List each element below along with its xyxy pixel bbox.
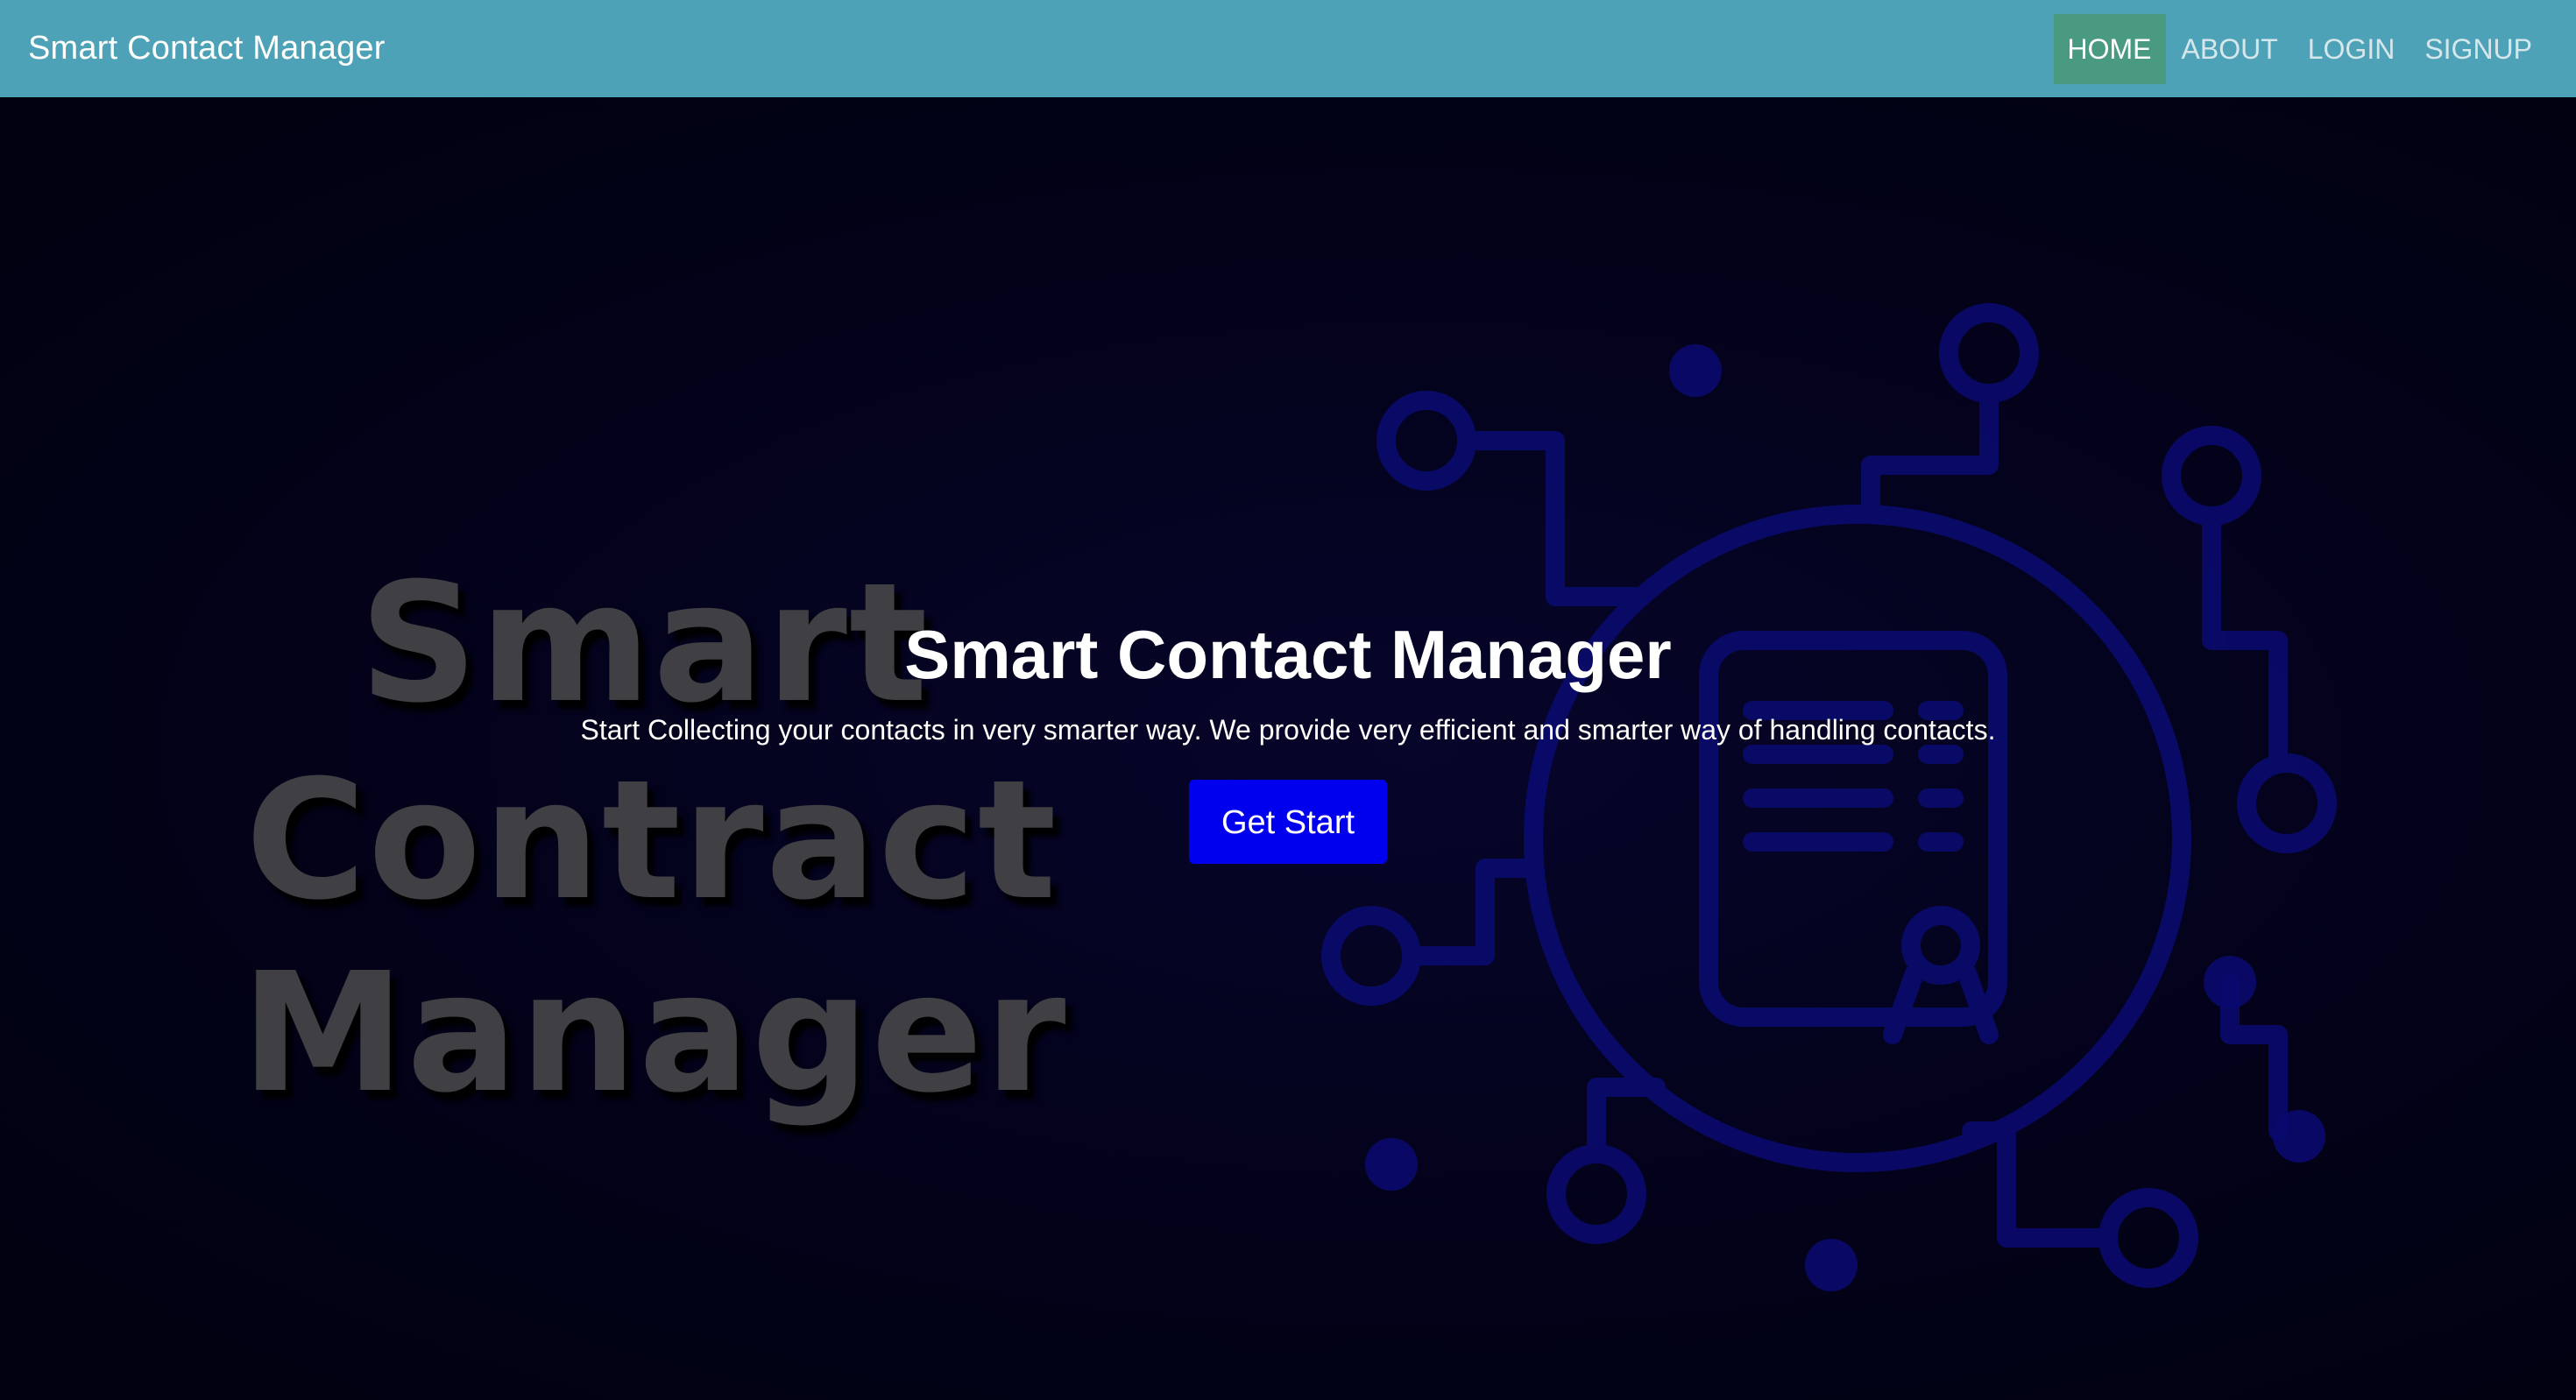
nav-about[interactable]: ABOUT xyxy=(2168,14,2292,84)
nav-home[interactable]: HOME xyxy=(2053,13,2166,84)
watermark-line-3: Manager xyxy=(241,937,1068,1129)
get-start-button[interactable]: Get Start xyxy=(1189,780,1387,865)
hero-subtitle: Start Collecting your contacts in very s… xyxy=(580,713,1996,746)
brand-link[interactable]: Smart Contact Manager xyxy=(28,30,386,67)
top-navbar: Smart Contact Manager HOME ABOUT LOGIN S… xyxy=(0,0,2576,97)
nav-links: HOME ABOUT LOGIN SIGNUP xyxy=(2052,13,2547,84)
nav-login[interactable]: LOGIN xyxy=(2294,14,2410,84)
hero-title: Smart Contact Manager xyxy=(904,616,1672,693)
hero-content: Smart Contact Manager Start Collecting y… xyxy=(0,614,2576,865)
hero-banner: Smart Contract Manager Smart Contact Man… xyxy=(0,97,2576,1400)
nav-signup[interactable]: SIGNUP xyxy=(2410,14,2546,84)
